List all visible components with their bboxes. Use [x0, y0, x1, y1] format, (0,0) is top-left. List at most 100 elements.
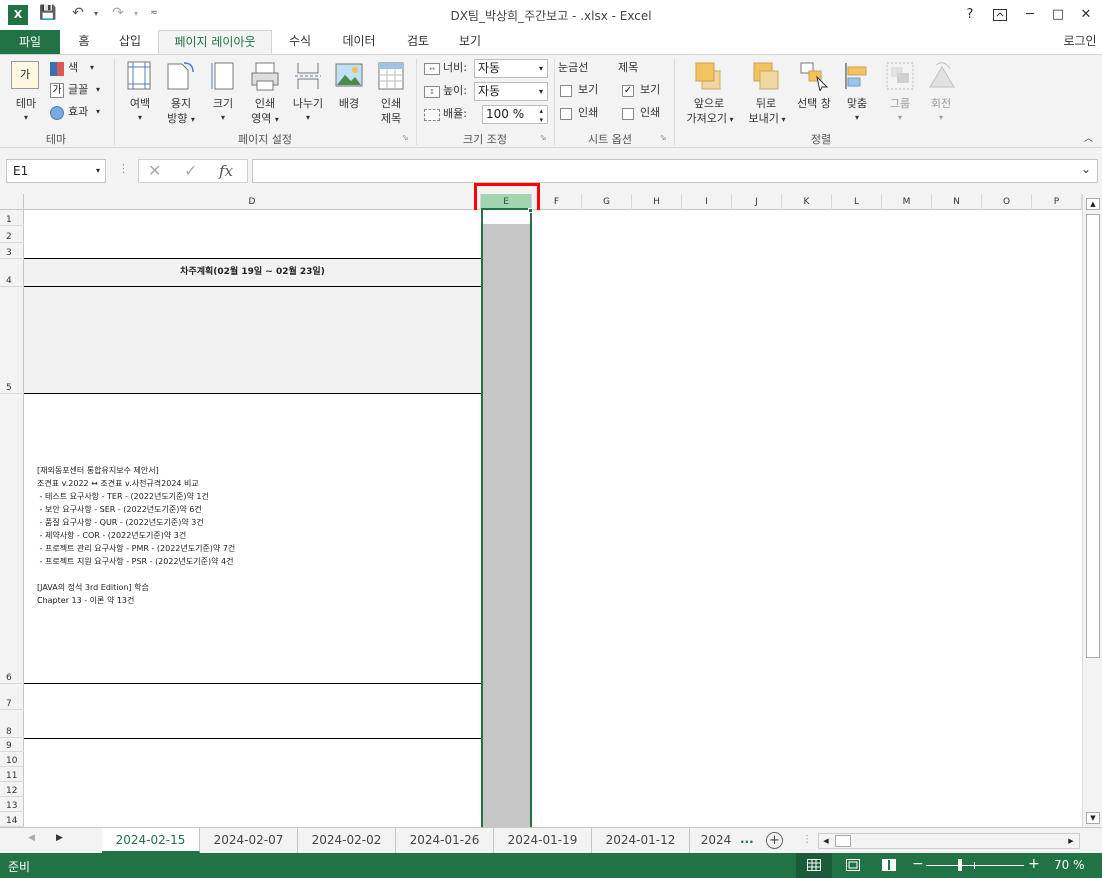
tab-file[interactable]: 파일 [0, 30, 60, 54]
column-header-o[interactable]: O [982, 194, 1032, 210]
column-header-g[interactable]: G [582, 194, 632, 210]
scale-launcher-icon[interactable]: ⬂ [540, 133, 547, 142]
fonts-button[interactable]: 가 글꼴 ▾ [50, 83, 106, 99]
normal-view-button[interactable] [796, 853, 832, 878]
group-objects-button[interactable]: 그룹 ▾ [882, 59, 918, 129]
sheet-tab-2024-01-19[interactable]: 2024-01-19 [494, 828, 592, 853]
select-all-corner[interactable] [0, 194, 24, 210]
row-header-12[interactable]: 12 [0, 782, 24, 797]
tab-data[interactable]: 데이터 [334, 30, 384, 54]
sheet-tab-2024-01-26[interactable]: 2024-01-26 [396, 828, 494, 853]
scroll-up-icon[interactable]: ▲ [1086, 198, 1100, 210]
cell-d4[interactable]: 차주계획(02월 19일 ~ 02월 23일) [24, 259, 481, 286]
row-header-1[interactable]: 1 [0, 210, 24, 226]
scale-spinner[interactable]: 100 % ▴ ▾ [482, 105, 548, 124]
prev-sheet-icon[interactable]: ◀ [28, 833, 35, 843]
sheet-tab-2024-02-02[interactable]: 2024-02-02 [298, 828, 396, 853]
breaks-button[interactable]: 나누기 ▾ [288, 59, 328, 129]
formula-bar-grip-icon[interactable]: ⋮ [118, 162, 129, 175]
column-header-m[interactable]: M [882, 194, 932, 210]
expand-formula-bar-icon[interactable]: ⌄ [1081, 162, 1091, 176]
scroll-left-icon[interactable]: ◀ [820, 835, 832, 847]
page-break-view-button[interactable] [874, 853, 904, 878]
selection-pane-button[interactable]: 선택 창 [792, 59, 836, 129]
zoom-slider-thumb[interactable] [958, 859, 962, 871]
sheet-tab-2024-02-07[interactable]: 2024-02-07 [200, 828, 298, 853]
fill-handle[interactable] [528, 208, 533, 213]
zoom-in-button[interactable]: + [1028, 856, 1040, 872]
background-button[interactable]: 배경 [332, 59, 366, 129]
cancel-icon[interactable]: ✕ [148, 161, 161, 180]
horizontal-scrollbar[interactable]: ◀ ▶ [818, 833, 1080, 849]
cell-d6[interactable]: [재외동포센터 통합유지보수 제안서] 조견표 v.2022 ↔ 조견표 v.사… [24, 394, 481, 683]
row-header-4[interactable]: 4 [0, 259, 24, 287]
effects-button[interactable]: 효과 ▾ [50, 105, 106, 121]
row-header-10[interactable]: 10 [0, 752, 24, 767]
print-area-button[interactable]: 인쇄 영역 ▾ [246, 59, 284, 129]
login-link[interactable]: 로그인 [1058, 30, 1102, 54]
worksheet-grid[interactable]: 차주계획(02월 19일 ~ 02월 23일) [재외동포센터 통합유지보수 제… [24, 208, 1082, 827]
print-titles-button[interactable]: 인쇄 제목 [372, 59, 410, 129]
insert-function-button[interactable]: fx [219, 162, 233, 180]
sheet-options-launcher-icon[interactable]: ⬂ [660, 133, 667, 142]
row-header-11[interactable]: 11 [0, 767, 24, 782]
row-header-7[interactable]: 7 [0, 684, 24, 710]
cell-d5[interactable] [24, 287, 481, 393]
close-button[interactable]: ✕ [1072, 4, 1100, 26]
tab-insert[interactable]: 삽입 [108, 30, 152, 54]
tab-home[interactable]: 홈 [64, 30, 104, 54]
row-header-9[interactable]: 9 [0, 738, 24, 752]
margins-button[interactable]: 여백 ▾ [122, 59, 158, 129]
add-sheet-button[interactable]: + [766, 832, 783, 849]
tab-page-layout[interactable]: 페이지 레이아웃 [158, 30, 272, 54]
hscroll-thumb[interactable] [835, 835, 851, 847]
selected-column-e[interactable] [481, 210, 532, 827]
scroll-down-icon[interactable]: ▼ [1086, 812, 1100, 824]
gridlines-view-checkbox[interactable] [560, 85, 572, 97]
chevron-down-icon[interactable]: ▾ [96, 160, 100, 182]
zoom-out-button[interactable]: − [912, 856, 924, 872]
minimize-button[interactable]: ─ [1016, 4, 1044, 26]
align-button[interactable]: 맞춤 ▾ [840, 59, 874, 129]
tab-view[interactable]: 보기 [450, 30, 490, 54]
scroll-thumb[interactable] [1086, 214, 1100, 658]
sheet-tab-2024-01-12[interactable]: 2024-01-12 [592, 828, 690, 853]
row-header-13[interactable]: 13 [0, 797, 24, 812]
gridlines-print-checkbox[interactable] [560, 108, 572, 120]
row-header-14[interactable]: 14 [0, 812, 24, 827]
column-header-d[interactable]: D [24, 194, 481, 210]
column-header-h[interactable]: H [632, 194, 682, 210]
help-button[interactable]: ? [956, 4, 984, 26]
size-button[interactable]: 크기 ▾ [206, 59, 240, 129]
row-header-3[interactable]: 3 [0, 243, 24, 259]
collapse-ribbon-icon[interactable]: ︿ [1084, 131, 1093, 144]
column-header-j[interactable]: J [732, 194, 782, 210]
ribbon-display-button[interactable] [986, 4, 1014, 26]
column-header-n[interactable]: N [932, 194, 982, 210]
tab-split-grip-icon[interactable]: ⋮ [802, 834, 812, 845]
height-select[interactable]: 자동 ▾ [474, 82, 548, 101]
row-header-6[interactable]: 6 [0, 394, 24, 684]
tab-review[interactable]: 검토 [398, 30, 438, 54]
zoom-slider[interactable] [926, 859, 1024, 871]
headings-view-checkbox[interactable]: ✓ [622, 85, 634, 97]
maximize-button[interactable]: □ [1044, 4, 1072, 26]
name-box[interactable]: E1 ▾ [6, 159, 106, 183]
more-sheets-ellipsis[interactable]: ... [740, 832, 754, 846]
column-header-p[interactable]: P [1032, 194, 1082, 210]
column-header-i[interactable]: I [682, 194, 732, 210]
sheet-tab-2024-02-15[interactable]: 2024-02-15 [102, 828, 200, 853]
column-header-k[interactable]: K [782, 194, 832, 210]
active-cell-e1[interactable] [483, 210, 530, 224]
scroll-right-icon[interactable]: ▶ [1065, 835, 1077, 847]
headings-print-checkbox[interactable] [622, 108, 634, 120]
orientation-button[interactable]: 용지 방향 ▾ [162, 59, 200, 129]
zoom-level[interactable]: 70 % [1054, 858, 1085, 872]
tab-formulas[interactable]: 수식 [280, 30, 320, 54]
width-select[interactable]: 자동 ▾ [474, 59, 548, 78]
row-header-2[interactable]: 2 [0, 226, 24, 243]
vertical-scrollbar[interactable]: ▲ ▼ [1082, 194, 1102, 827]
column-header-l[interactable]: L [832, 194, 882, 210]
enter-icon[interactable]: ✓ [184, 161, 197, 180]
page-layout-view-button[interactable] [838, 853, 868, 878]
